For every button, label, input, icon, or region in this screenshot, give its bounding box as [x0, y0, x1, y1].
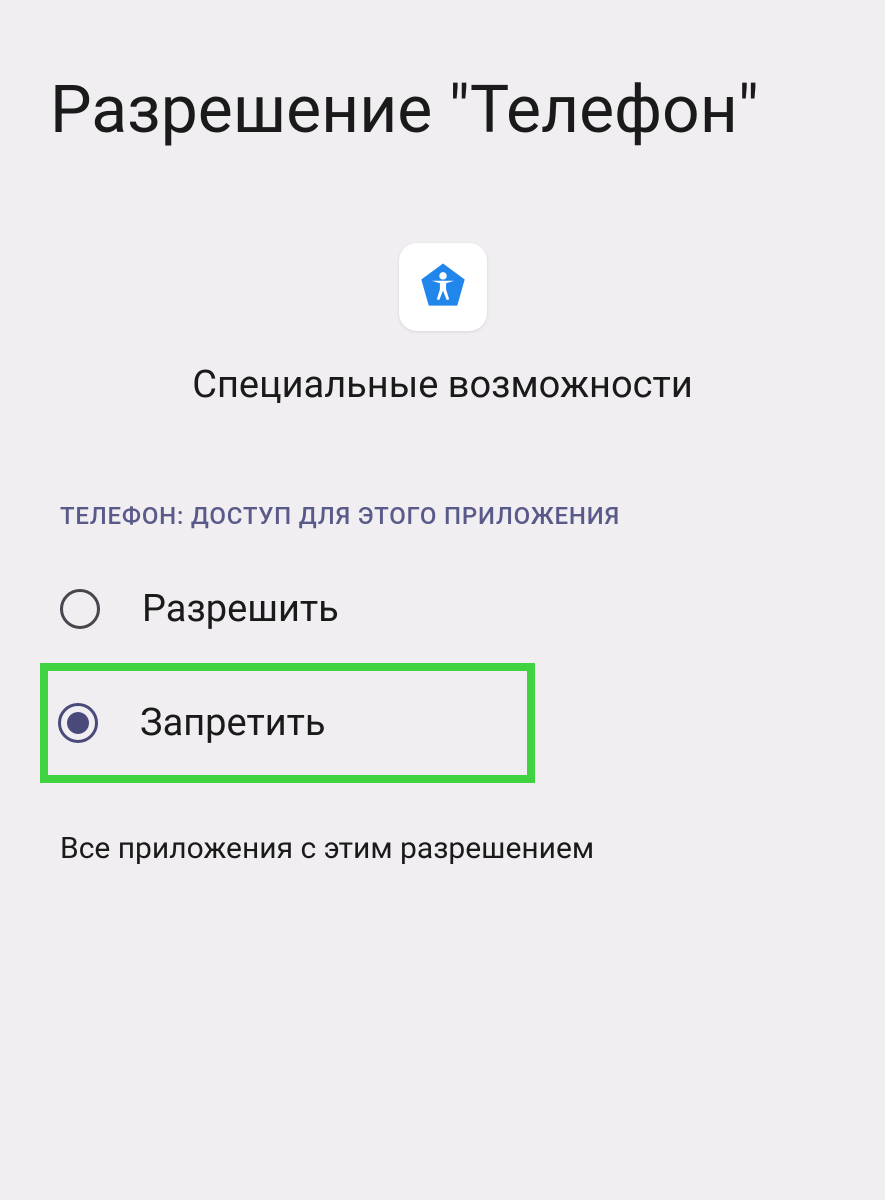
section-header: ТЕЛЕФОН: ДОСТУП ДЛЯ ЭТОГО ПРИЛОЖЕНИЯ [50, 502, 835, 530]
app-name: Специальные возможности [192, 363, 693, 407]
page-title: Разрешение "Телефон" [50, 70, 835, 153]
radio-label-deny: Запретить [140, 701, 326, 745]
all-apps-link[interactable]: Все приложения с этим разрешением [50, 783, 835, 866]
radio-button-selected-icon [58, 703, 98, 743]
accessibility-icon [412, 256, 474, 318]
app-info-section: Специальные возможности [50, 243, 835, 407]
radio-option-deny[interactable]: Запретить [40, 663, 535, 783]
radio-button-unselected-icon [60, 589, 100, 629]
radio-label-allow: Разрешить [142, 587, 339, 631]
radio-inner-dot-icon [67, 712, 89, 734]
app-icon [399, 243, 487, 331]
radio-option-allow[interactable]: Разрешить [50, 565, 835, 653]
